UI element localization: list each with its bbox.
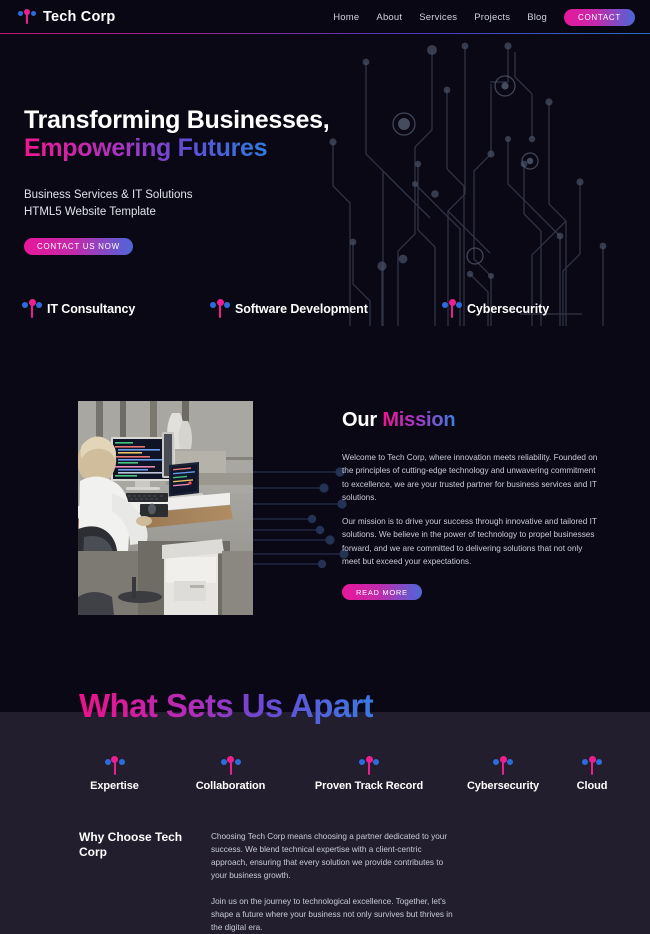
hero-headline: Transforming Businesses, Empowering Futu… (24, 106, 330, 162)
nav-item-services[interactable]: Services (419, 12, 457, 23)
brand-logo[interactable]: Tech Corp (18, 8, 115, 26)
techcorp-mark-icon (493, 755, 513, 777)
hero-content: Transforming Businesses, Empowering Futu… (24, 106, 330, 256)
hero-section: Transforming Businesses, Empowering Futu… (0, 34, 650, 334)
mission-section: Our Mission Welcome to Tech Corp, where … (0, 334, 650, 679)
hero-subtitle-line2: HTML5 Website Template (24, 205, 156, 218)
feature-item-cybersecurity[interactable]: Cybersecurity (444, 755, 562, 792)
hero-subtitle: Business Services & IT Solutions HTML5 W… (24, 187, 329, 220)
read-more-button[interactable]: READ MORE (342, 584, 422, 601)
hero-subtitle-line1: Business Services & IT Solutions (24, 189, 193, 201)
feature-label: Cybersecurity (466, 780, 540, 792)
nav-item-about[interactable]: About (376, 12, 402, 23)
feature-label: Expertise (90, 780, 139, 792)
service-label: Software Development (235, 302, 368, 316)
page-root: Tech Corp Home About Services Projects B… (0, 0, 650, 934)
nav-item-projects[interactable]: Projects (474, 12, 510, 23)
feature-item-proven-track-record[interactable]: Proven Track Record (294, 755, 444, 792)
feature-label: Collaboration (195, 780, 266, 792)
mission-title: Our Mission (342, 409, 600, 432)
mission-paragraph-2: Our mission is to drive your success thr… (342, 517, 597, 566)
techcorp-mark-icon (359, 755, 379, 777)
brand-name: Tech Corp (43, 9, 116, 25)
service-label: IT Consultancy (47, 302, 136, 316)
techcorp-mark-icon (210, 298, 230, 320)
main-nav: Home About Services Projects Blog CONTAC… (333, 8, 635, 26)
mission-title-accent: Mission (382, 409, 456, 431)
circuit-pattern-decoration (329, 42, 607, 326)
feature-label: Proven Track Record (314, 780, 424, 792)
service-item-cybersecurity[interactable]: Cybersecurity (442, 298, 549, 320)
nav-item-blog[interactable]: Blog (527, 12, 547, 23)
service-item-software-development[interactable]: Software Development (210, 298, 442, 320)
techcorp-mark-icon (220, 755, 241, 777)
feature-item-collaboration[interactable]: Collaboration (167, 755, 294, 792)
contact-button[interactable]: CONTACT (564, 8, 635, 26)
connector-lines-decoration (250, 467, 349, 569)
service-label: Cybersecurity (467, 302, 550, 316)
techcorp-mark-icon (18, 8, 36, 26)
hero-headline-line2: Empowering Futures (24, 134, 268, 162)
hero-headline-line1: Transforming Businesses, (24, 106, 330, 134)
why-choose-block: Why Choose Tech Corp Choosing Tech Corp … (79, 830, 579, 934)
why-paragraph-2: Join us on the journey to technological … (211, 896, 453, 932)
apart-title: What Sets Us Apart (79, 687, 374, 724)
nav-item-home[interactable]: Home (333, 12, 359, 23)
contact-us-now-button[interactable]: CONTACT US NOW (24, 238, 133, 256)
techcorp-mark-icon (582, 755, 602, 777)
why-choose-body: Choosing Tech Corp means choosing a part… (211, 830, 456, 934)
techcorp-mark-icon (22, 298, 42, 320)
feature-label: Cloud (576, 780, 608, 792)
features-list: Expertise Collaboration Proven Track Rec… (62, 755, 622, 792)
techcorp-mark-icon (442, 298, 462, 320)
why-choose-title: Why Choose Tech Corp (79, 830, 183, 860)
mission-paragraph-1: Welcome to Tech Corp, where innovation m… (342, 453, 598, 502)
site-header: Tech Corp Home About Services Projects B… (0, 0, 650, 34)
mission-photo (78, 401, 253, 615)
techcorp-mark-icon (104, 755, 125, 777)
hero-services-list: IT Consultancy Software Development Cybe… (22, 298, 628, 320)
why-paragraph-1: Choosing Tech Corp means choosing a part… (211, 832, 448, 881)
mission-content: Our Mission Welcome to Tech Corp, where … (342, 409, 600, 601)
feature-item-cloud[interactable]: Cloud (562, 755, 622, 792)
feature-item-expertise[interactable]: Expertise (62, 755, 167, 792)
mission-title-plain: Our (342, 409, 383, 431)
service-item-it-consultancy[interactable]: IT Consultancy (22, 298, 210, 320)
apart-section: What Sets Us Apart Expertise Collaborati… (0, 687, 650, 934)
